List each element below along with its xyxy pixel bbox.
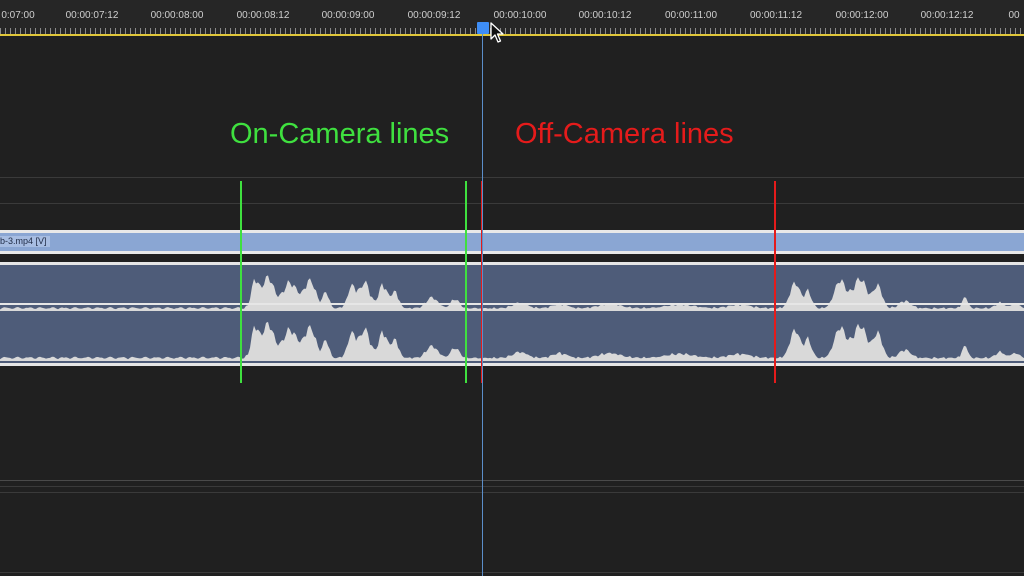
track-divider: [0, 203, 1024, 204]
ruler-label: 00:00:10:00: [493, 10, 547, 21]
ruler-label: 00:00:09:00: [321, 10, 375, 21]
ruler-label: 00:00:11:12: [749, 10, 803, 21]
ruler-label: 00:00:07:12: [65, 10, 119, 21]
audio-waveform: [0, 275, 1024, 361]
work-area-bar[interactable]: [0, 34, 1024, 36]
track-divider: [0, 177, 1024, 178]
ruler-label: 00:00:11:00: [664, 10, 718, 21]
ruler-label: 00:00:09:12: [407, 10, 461, 21]
off-camera-end-marker: [774, 181, 776, 383]
audio-clip[interactable]: [0, 262, 1024, 366]
ruler-label: 0:07:00: [1, 10, 35, 21]
waveform-channel-1: [0, 275, 1024, 311]
ruler-label: 00:00:10:12: [578, 10, 632, 21]
on-camera-label: On-Camera lines: [230, 118, 450, 150]
audio-channel-divider: [0, 303, 1024, 305]
waveform-channel-2: [0, 321, 1024, 361]
ruler-label: 00:00:12:12: [920, 10, 974, 21]
video-clip[interactable]: b-3.mp4 [V]: [0, 230, 1024, 254]
video-clip-label: b-3.mp4 [V]: [0, 236, 50, 247]
ruler-label: 00:00:08:00: [150, 10, 204, 21]
time-ruler[interactable]: 0:07:00 00:00:07:12 00:00:08:00 00:00:08…: [0, 0, 1024, 36]
ruler-label: 00: [1008, 10, 1020, 21]
off-camera-label: Off-Camera lines: [515, 118, 734, 150]
playhead-line[interactable]: [482, 34, 483, 576]
playhead-handle[interactable]: [477, 22, 489, 34]
ruler-label: 00:00:08:12: [236, 10, 290, 21]
mouse-cursor-icon: [490, 22, 504, 43]
on-camera-end-marker: [465, 181, 467, 383]
on-camera-start-marker: [240, 181, 242, 383]
track-divider: [0, 486, 1024, 487]
track-divider: [0, 492, 1024, 493]
track-divider: [0, 480, 1024, 481]
timeline-panel: 0:07:00 00:00:07:12 00:00:08:00 00:00:08…: [0, 0, 1024, 576]
ruler-label: 00:00:12:00: [835, 10, 889, 21]
track-divider: [0, 572, 1024, 573]
